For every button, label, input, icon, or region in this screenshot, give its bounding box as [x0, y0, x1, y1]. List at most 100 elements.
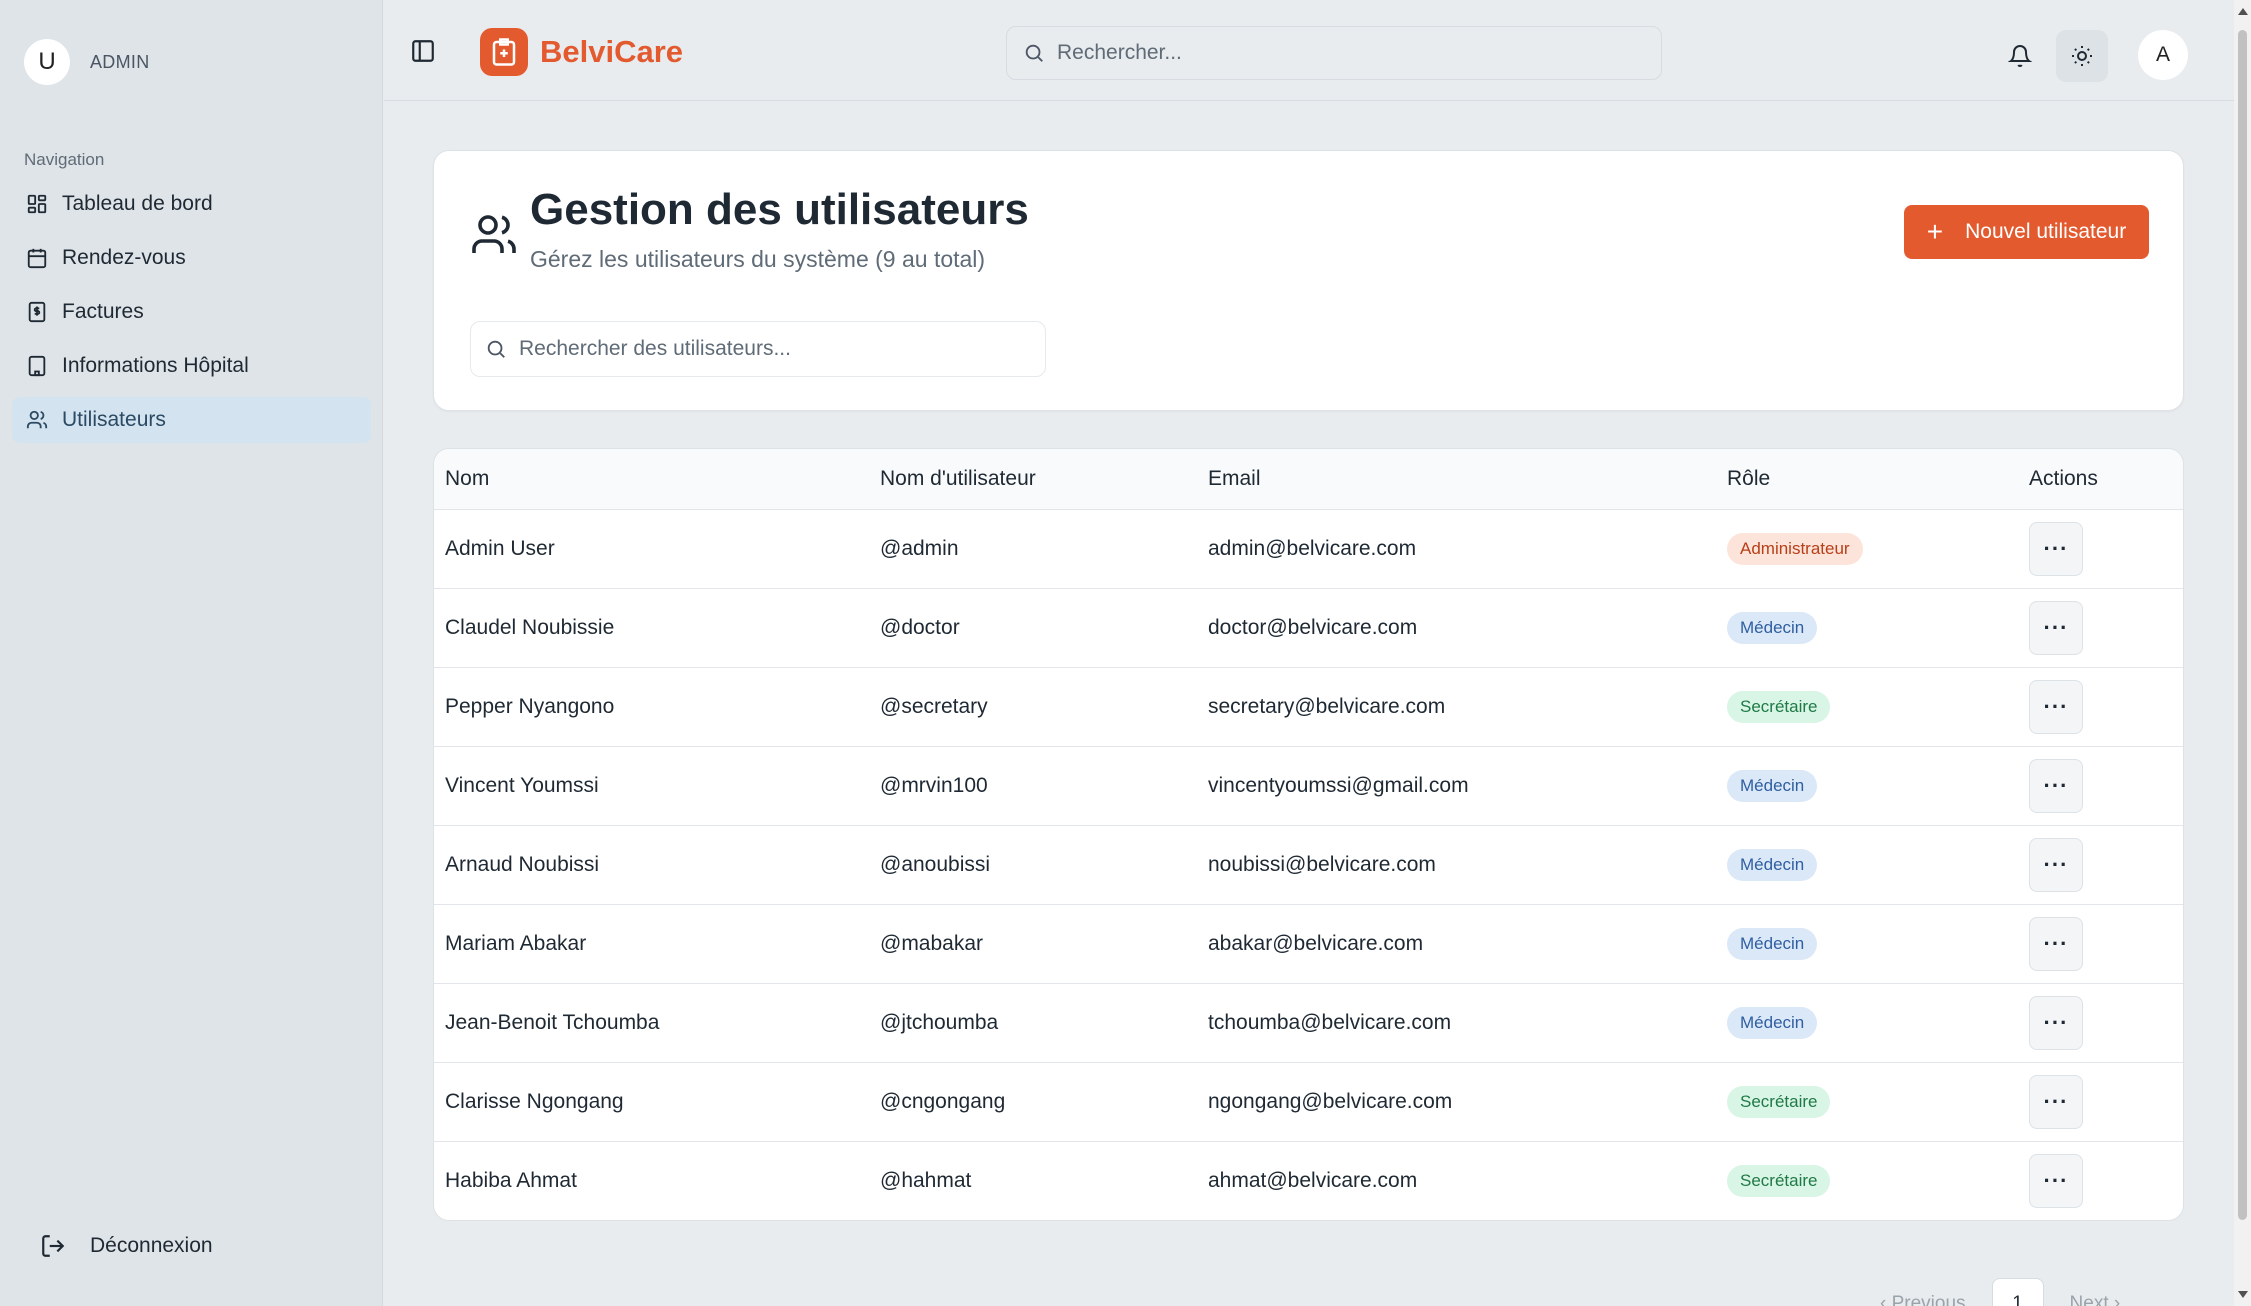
cell-username: @mabakar — [880, 931, 984, 955]
cell-username: @anoubissi — [880, 852, 991, 876]
table-row[interactable]: Mariam Abakar @mabakar abakar@belvicare.co… — [434, 904, 2183, 983]
user-search-input[interactable] — [519, 337, 1019, 361]
user-menu-avatar[interactable]: A — [2138, 30, 2188, 80]
cell-username: @admin — [880, 536, 959, 560]
logout-label: Déconnexion — [90, 1234, 213, 1257]
sidebar-item-hospital[interactable]: Informations Hôpital — [12, 343, 371, 389]
sidebar-section-label: Navigation — [24, 150, 105, 169]
cell-actions: ··· — [2018, 746, 2183, 825]
cell-username: @cngongang — [880, 1089, 1006, 1113]
sidebar-item-label: Factures — [62, 300, 144, 323]
sidebar-item-users[interactable]: Utilisateurs — [12, 397, 371, 443]
cell-email: vincentyoumssi@gmail.com — [1208, 773, 1469, 797]
role-badge: Médecin — [1727, 611, 1818, 644]
sidebar-item-label: Rendez-vous — [62, 246, 186, 269]
table-row[interactable]: Arnaud Noubissi @anoubissi noubissi@belvic… — [434, 825, 2183, 904]
table-row[interactable]: Vincent Youmssi @mrvin100 vincentyoumssi@g… — [434, 746, 2183, 825]
logout-button[interactable]: Déconnexion — [40, 1233, 213, 1259]
cell-actions: ··· — [2018, 825, 2183, 904]
cell-role: Administrateur — [1716, 509, 2018, 588]
cell-name: Vincent Youmssi — [445, 773, 599, 797]
top-bar: BelviCare A — [384, 0, 2251, 101]
row-actions-button[interactable]: ··· — [2029, 679, 2083, 734]
scroll-up-arrow-icon[interactable] — [2238, 8, 2248, 15]
sidebar-user[interactable]: U ADMIN — [24, 39, 150, 85]
cell-actions: ··· — [2018, 1062, 2183, 1141]
column-header-role: Rôle — [1716, 449, 2018, 510]
logout-icon — [42, 1235, 65, 1257]
row-actions-button[interactable]: ··· — [2029, 837, 2083, 892]
table-row[interactable]: Admin User @admin admin@belvicare.com Admin… — [434, 509, 2183, 588]
table-row[interactable]: Pepper Nyangono @secretary secretary@belvi… — [434, 667, 2183, 746]
page-number-button[interactable]: 1 — [1991, 1278, 2044, 1306]
sidebar-item-label: Tableau de bord — [62, 192, 213, 215]
row-actions-button[interactable]: ··· — [2029, 995, 2083, 1050]
row-actions-button[interactable]: ··· — [2029, 916, 2083, 971]
row-actions-button[interactable]: ··· — [2029, 600, 2083, 655]
cell-username: @hahmat — [880, 1168, 972, 1192]
cell-email: ngongang@belvicare.com — [1208, 1089, 1453, 1113]
cell-email: tchoumba@belvicare.com — [1208, 1010, 1452, 1034]
cell-role: Médecin — [1716, 588, 2018, 667]
cell-actions: ··· — [2018, 983, 2183, 1062]
sidebar-item-appointments[interactable]: Rendez-vous — [12, 235, 371, 281]
cell-email: noubissi@belvicare.com — [1208, 852, 1436, 876]
new-user-button[interactable]: + Nouvel utilisateur — [1904, 205, 2149, 259]
global-search-input[interactable] — [1057, 41, 1617, 65]
theme-toggle-button[interactable] — [2056, 30, 2108, 82]
page-scrollbar[interactable] — [2234, 0, 2251, 1306]
users-icon — [26, 410, 48, 429]
pagination: ‹ Previous 1 Next › — [1880, 1278, 2120, 1306]
table-row[interactable]: Claudel Noubissie @doctor doctor@belvicare… — [434, 588, 2183, 667]
cell-email: admin@belvicare.com — [1208, 536, 1417, 560]
sidebar-toggle-button[interactable] — [410, 38, 436, 64]
cell-role: Médecin — [1716, 983, 2018, 1062]
role-badge: Médecin — [1727, 927, 1818, 960]
brand[interactable]: BelviCare — [480, 28, 683, 76]
page-header-card: Gestion des utilisateurs Gérez les utili… — [433, 150, 2184, 411]
scroll-thumb[interactable] — [2238, 30, 2247, 1220]
role-badge: Secrétaire — [1727, 1164, 1831, 1197]
row-actions-button[interactable]: ··· — [2029, 521, 2083, 576]
brand-name: BelviCare — [540, 34, 684, 69]
cell-username: @mrvin100 — [880, 773, 988, 797]
avatar[interactable]: U — [24, 39, 70, 85]
cell-email: secretary@belvicare.com — [1208, 694, 1446, 718]
table-row[interactable]: Habiba Ahmat @hahmat ahmat@belvicare.com Se… — [434, 1141, 2183, 1220]
bell-icon — [2008, 45, 2032, 67]
row-actions-button[interactable]: ··· — [2029, 1074, 2083, 1129]
notifications-button[interactable] — [1994, 30, 2046, 82]
cell-actions: ··· — [2018, 904, 2183, 983]
more-horizontal-icon: ··· — [2043, 535, 2069, 561]
sidebar-item-label: Utilisateurs — [62, 408, 166, 431]
table-row[interactable]: Jean-Benoit Tchoumba @jtchoumba tchoumba@b… — [434, 983, 2183, 1062]
table-row[interactable]: Clarisse Ngongang @cngongang ngongang@belv… — [434, 1062, 2183, 1141]
cell-actions: ··· — [2018, 588, 2183, 667]
cell-actions: ··· — [2018, 667, 2183, 746]
cell-role: Secrétaire — [1716, 667, 2018, 746]
column-header-name: Nom — [434, 449, 869, 510]
row-actions-button[interactable]: ··· — [2029, 1153, 2083, 1208]
cell-email: doctor@belvicare.com — [1208, 615, 1418, 639]
cell-name: Admin User — [445, 536, 555, 560]
scroll-down-arrow-icon[interactable] — [2238, 1291, 2248, 1298]
row-actions-button[interactable]: ··· — [2029, 758, 2083, 813]
column-header-email: Email — [1197, 449, 1716, 510]
sidebar-item-dashboard[interactable]: Tableau de bord — [12, 181, 371, 227]
column-header-username: Nom d'utilisateur — [869, 449, 1197, 510]
user-search[interactable] — [470, 321, 1046, 377]
cell-name: Mariam Abakar — [445, 931, 587, 955]
sidebar: U ADMIN Navigation Tableau de bord Rende… — [0, 0, 383, 1306]
global-search[interactable] — [1006, 26, 1662, 80]
more-horizontal-icon: ··· — [2043, 851, 2069, 877]
cell-email: ahmat@belvicare.com — [1208, 1168, 1418, 1192]
page-subtitle: Gérez les utilisateurs du système (9 au … — [530, 246, 986, 272]
sidebar-item-invoices[interactable]: Factures — [12, 289, 371, 335]
cell-email: abakar@belvicare.com — [1208, 931, 1424, 955]
sidebar-item-label: Informations Hôpital — [62, 354, 249, 377]
more-horizontal-icon: ··· — [2043, 614, 2069, 640]
previous-page-button[interactable]: ‹ Previous — [1880, 1293, 1966, 1306]
cell-role: Médecin — [1716, 746, 2018, 825]
next-page-button[interactable]: Next › — [2070, 1293, 2121, 1306]
brand-logo-icon — [480, 28, 528, 76]
